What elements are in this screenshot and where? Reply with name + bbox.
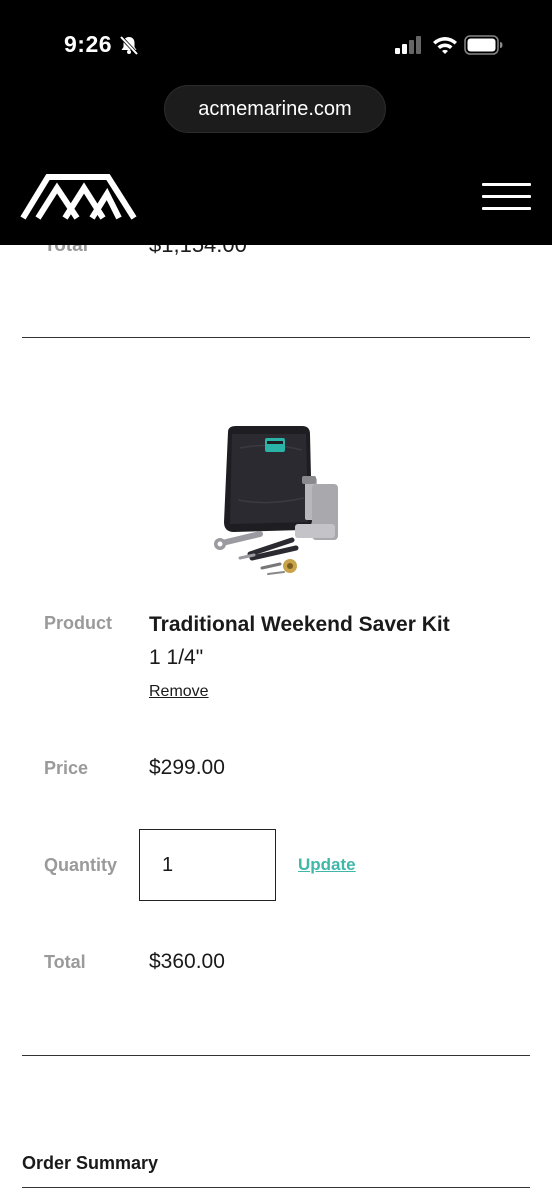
url-bar[interactable]: acmemarine.com xyxy=(164,85,386,133)
bell-slash-icon xyxy=(119,35,139,56)
divider xyxy=(22,337,530,338)
wifi-icon xyxy=(433,37,457,54)
quantity-label: Quantity xyxy=(44,855,118,875)
total-label: Total xyxy=(44,952,86,972)
divider xyxy=(22,1055,530,1056)
divider xyxy=(22,1187,530,1188)
update-link[interactable]: Update xyxy=(298,855,356,875)
status-time: 9:26 xyxy=(64,31,113,57)
remove-link[interactable]: Remove xyxy=(149,683,209,701)
battery-icon xyxy=(464,35,503,55)
signal-icon xyxy=(395,36,421,54)
order-summary-heading: Order Summary xyxy=(22,1153,159,1173)
product-image[interactable] xyxy=(210,420,345,585)
menu-icon[interactable] xyxy=(482,183,531,211)
acme-logo[interactable] xyxy=(20,174,138,220)
quantity-input[interactable] xyxy=(139,829,276,901)
total-value: $360.00 xyxy=(149,950,225,973)
product-variant: 1 1/4" xyxy=(149,646,204,669)
price-label: Price xyxy=(44,758,89,778)
product-name[interactable]: Traditional Weekend Saver Kit xyxy=(149,613,450,637)
price-value: $299.00 xyxy=(149,756,225,779)
url-text: acmemarine.com xyxy=(198,97,352,120)
product-label: Product xyxy=(44,613,113,633)
site-header: 9:26 acmemarine.com xyxy=(0,0,552,245)
